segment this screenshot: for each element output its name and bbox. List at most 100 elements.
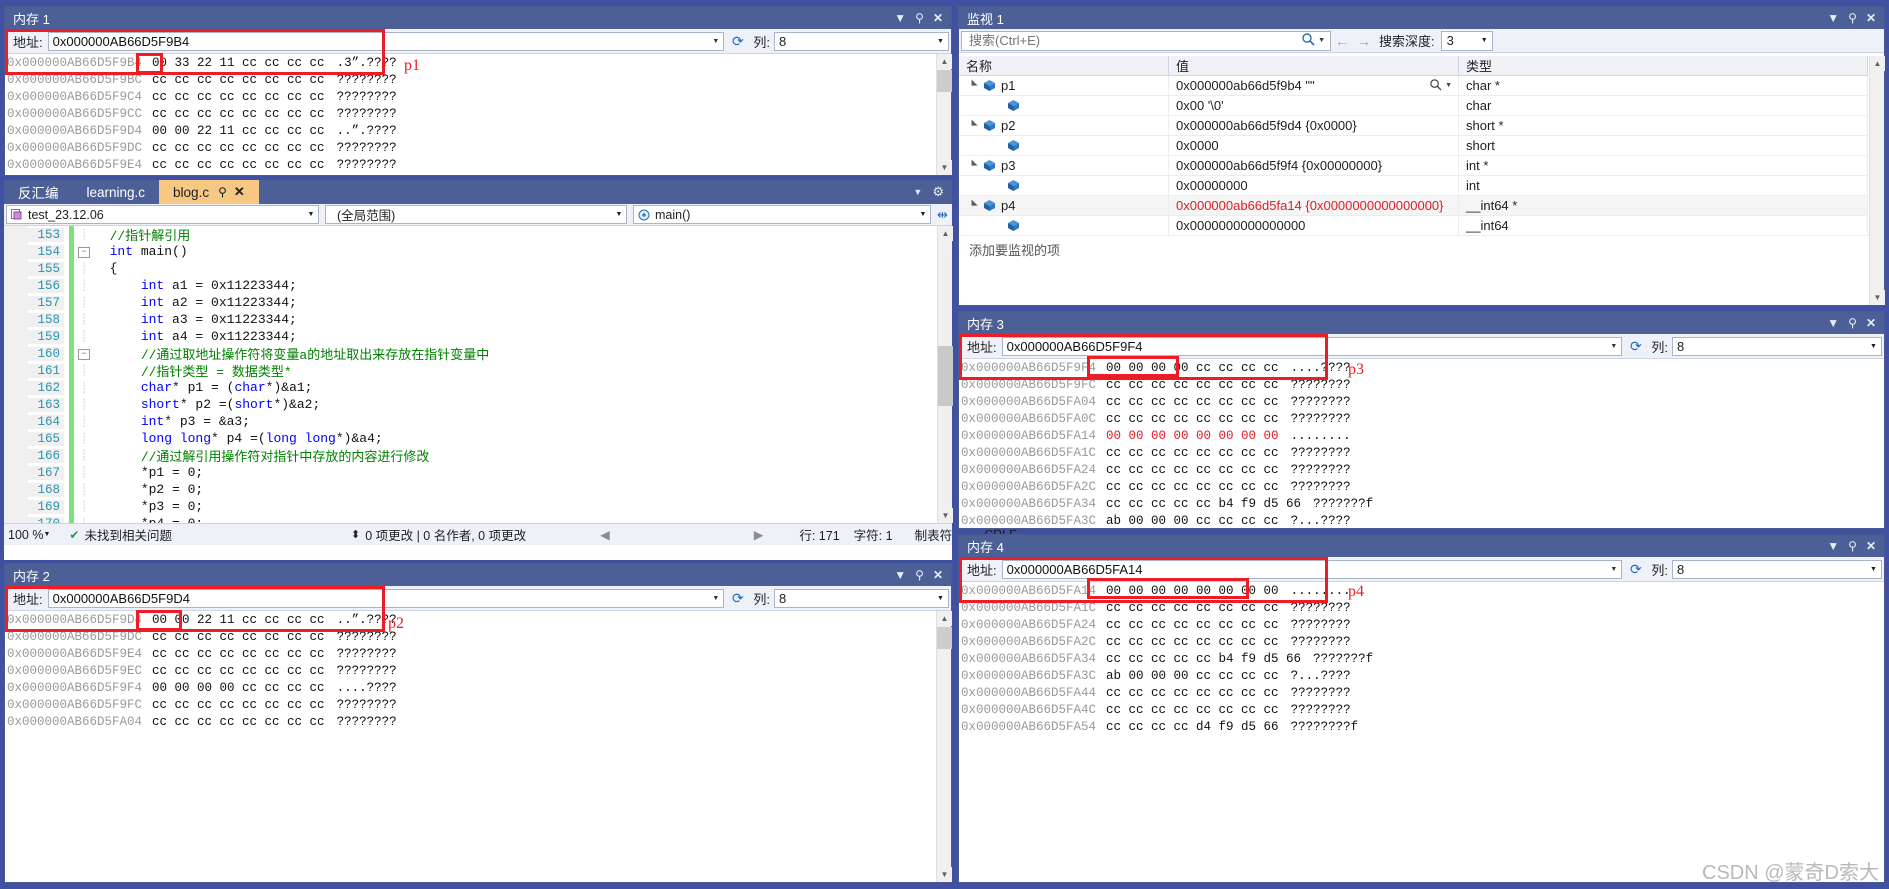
source-control-status[interactable]: ⬍ 0 项更改 | 0 名作者, 0 项更改 <box>344 525 533 544</box>
memory-row-bytes[interactable]: 00 00 00 00 cc cc cc cc <box>1096 361 1279 375</box>
watch-row-value-cell[interactable]: 0x00000000 <box>1169 175 1459 196</box>
fold-toggle[interactable]: ┊ <box>74 449 94 463</box>
search-options-chevron-down-icon[interactable]: ▼ <box>1317 37 1330 44</box>
memory-row[interactable]: 0x000000AB66D5F9DC cc cc cc cc cc cc cc c… <box>5 628 935 645</box>
memory-row[interactable]: 0x000000AB66D5FA04 cc cc cc cc cc cc cc c… <box>959 393 1884 410</box>
watch-col-type-header[interactable]: 类型 <box>1459 56 1868 75</box>
memory-row-bytes[interactable]: cc cc cc cc cc cc cc cc <box>1096 480 1279 494</box>
memory-3-pin-icon[interactable]: ⚲ <box>1848 317 1857 329</box>
memory-row-bytes[interactable]: cc cc cc cc cc cc cc cc <box>142 698 325 712</box>
scope-selector-chevron-down-icon[interactable]: ▼ <box>612 211 626 218</box>
memory-row-bytes[interactable]: 00 00 00 00 00 00 00 00 <box>1096 429 1279 443</box>
watch-row[interactable]: 0x0000000000000000 __int64 <box>959 215 1868 236</box>
memory-row-bytes[interactable]: cc cc cc cc cc cc cc cc <box>142 107 325 121</box>
memory-4-hexdump[interactable]: 0x000000AB66D5FA14 00 00 00 00 00 00 00 0… <box>959 582 1884 882</box>
memory-4-columns-field[interactable]: 8 ▼ <box>1672 559 1882 579</box>
memory-row-bytes[interactable]: cc cc cc cc cc cc cc cc <box>1096 446 1279 460</box>
memory-row[interactable]: 0x000000AB66D5F9DC cc cc cc cc cc cc cc c… <box>5 139 935 156</box>
watch-row[interactable]: 0x0000 short <box>959 135 1868 156</box>
magnifier-icon[interactable] <box>1429 78 1442 94</box>
memory-row[interactable]: 0x000000AB66D5F9B4 00 33 22 11 cc cc cc c… <box>5 54 935 71</box>
memory-row-bytes[interactable]: cc cc cc cc cc cc cc cc <box>1096 703 1279 717</box>
watch-row-value-cell[interactable]: 0x0000000000000000 <box>1169 215 1459 236</box>
memory-row[interactable]: 0x000000AB66D5F9F4 00 00 00 00 cc cc cc c… <box>5 679 935 696</box>
memory-2-refresh-icon[interactable]: ⟳ <box>727 588 748 609</box>
code-line[interactable]: 163 ┊ short* p2 =(short*)&a2; <box>4 396 936 413</box>
breakpoint-gutter[interactable] <box>4 277 28 294</box>
memory-3-address-input[interactable] <box>1002 337 1607 355</box>
watch-row-name-cell[interactable] <box>959 215 1169 236</box>
memory-row-bytes[interactable]: cc cc cc cc cc cc cc cc <box>142 73 325 87</box>
memory-row[interactable]: 0x000000AB66D5FA0C cc cc cc cc cc cc cc c… <box>959 410 1884 427</box>
breakpoint-gutter[interactable] <box>4 243 28 260</box>
memory-3-close-icon[interactable]: ✕ <box>1866 317 1876 329</box>
memory-row[interactable]: 0x000000AB66D5F9E4 cc cc cc cc cc cc cc c… <box>5 645 935 662</box>
scope-selector[interactable]: (全局范围) ▼ <box>325 205 627 224</box>
watch-grid-body[interactable]: ◢ p1 0x000000ab66d5f9b4 "" ▼ char * 0x00 '\0'… <box>959 76 1868 305</box>
memory-3-dropdown-icon[interactable]: ▼ <box>1827 317 1839 329</box>
memory-1-scroll-thumb[interactable] <box>937 70 952 92</box>
fold-toggle[interactable]: ┊ <box>74 228 94 242</box>
memory-row-bytes[interactable]: cc cc cc cc cc cc cc cc <box>142 647 325 661</box>
watch-row-name-cell[interactable] <box>959 175 1169 196</box>
memory-2-scroll-up-icon[interactable]: ▲ <box>937 611 952 626</box>
memory-row[interactable]: 0x000000AB66D5FA34 cc cc cc cc cc b4 f9 d… <box>959 495 1884 512</box>
fold-toggle[interactable]: − <box>74 348 94 360</box>
issues-status[interactable]: ✔ 未找到相关问题 <box>62 525 179 544</box>
fold-toggle[interactable]: ┊ <box>74 500 94 514</box>
memory-2-hexdump[interactable]: 0x000000AB66D5F9D4 00 00 22 11 cc cc cc c… <box>5 611 935 882</box>
fold-toggle[interactable]: ┊ <box>74 330 94 344</box>
watch-1-dropdown-icon[interactable]: ▼ <box>1827 12 1839 24</box>
watch-row-name-cell[interactable]: ◢ p1 <box>959 76 1169 96</box>
fold-toggle[interactable]: ┊ <box>74 296 94 310</box>
breakpoint-gutter[interactable] <box>4 481 28 498</box>
split-editor-icon[interactable]: ⇹ <box>937 207 948 223</box>
breakpoint-gutter[interactable] <box>4 515 28 523</box>
memory-row-bytes[interactable]: cc cc cc cc cc cc cc cc <box>1096 395 1279 409</box>
memory-4-refresh-icon[interactable]: ⟳ <box>1625 559 1646 580</box>
memory-row-bytes[interactable]: cc cc cc cc cc cc cc cc <box>1096 618 1279 632</box>
memory-row[interactable]: 0x000000AB66D5F9D4 00 00 22 11 cc cc cc c… <box>5 611 935 628</box>
watch-scroll-down-icon[interactable]: ▼ <box>1870 290 1885 305</box>
breakpoint-gutter[interactable] <box>4 396 28 413</box>
memory-row-bytes[interactable]: cc cc cc cc cc cc cc cc <box>1096 378 1279 392</box>
memory-row[interactable]: 0x000000AB66D5F9FC cc cc cc cc cc cc cc c… <box>5 696 935 713</box>
memory-row[interactable]: 0x000000AB66D5F9E4 cc cc cc cc cc cc cc c… <box>5 156 935 173</box>
watch-scrollbar[interactable]: ▲ ▼ <box>1869 56 1885 305</box>
code-line[interactable]: 155 ┊ { <box>4 260 936 277</box>
memory-row-bytes[interactable]: cc cc cc cc cc cc cc cc <box>142 664 325 678</box>
code-line[interactable]: 154− int main() <box>4 243 936 260</box>
fold-toggle[interactable]: ┊ <box>74 432 94 446</box>
memory-3-refresh-icon[interactable]: ⟳ <box>1625 336 1646 357</box>
horizontal-scroll-left-icon[interactable]: ◀ <box>593 527 617 542</box>
code-line[interactable]: 157 ┊ int a2 = 0x11223344; <box>4 294 936 311</box>
memory-row[interactable]: 0x000000AB66D5FA3C ab 00 00 00 cc cc cc c… <box>959 667 1884 684</box>
code-line[interactable]: 168 ┊ *p2 = 0; <box>4 481 936 498</box>
code-line[interactable]: 167 ┊ *p1 = 0; <box>4 464 936 481</box>
memory-4-address-input[interactable] <box>1002 560 1607 578</box>
watch-row-value-cell[interactable]: 0x000000ab66d5f9b4 "" ▼ <box>1169 76 1459 96</box>
tab-blog-c-close-icon[interactable]: ✕ <box>234 184 245 200</box>
watch-search-field[interactable]: ▼ <box>961 30 1331 51</box>
memory-row-bytes[interactable]: cc cc cc cc cc cc cc cc <box>142 141 325 155</box>
memory-row-bytes[interactable]: cc cc cc cc cc b4 f9 d5 66 <box>1096 497 1301 511</box>
memory-row[interactable]: 0x000000AB66D5F9D4 00 00 22 11 cc cc cc c… <box>5 122 935 139</box>
tab-learning-c[interactable]: learning.c <box>72 180 160 204</box>
fold-toggle[interactable]: ┊ <box>74 398 94 412</box>
fold-toggle[interactable]: ┊ <box>74 364 94 378</box>
watch-scroll-up-icon[interactable]: ▲ <box>1870 56 1885 71</box>
memory-row-bytes[interactable]: cc cc cc cc cc b4 f9 d5 66 <box>1096 652 1301 666</box>
code-text-area[interactable]: 153 ┊ //指针解引用 154− int main() 155 ┊ {156 ┊ in… <box>4 226 936 523</box>
memory-1-hexdump[interactable]: 0x000000AB66D5F9B4 00 33 22 11 cc cc cc c… <box>5 54 935 175</box>
code-line[interactable]: 169 ┊ *p3 = 0; <box>4 498 936 515</box>
watch-row-name-cell[interactable] <box>959 95 1169 116</box>
editor-scroll-down-icon[interactable]: ▼ <box>938 508 953 523</box>
code-line[interactable]: 165 ┊ long long* p4 =(long long*)&a4; <box>4 430 936 447</box>
search-depth-field[interactable]: 3 ▼ <box>1440 30 1493 51</box>
memory-1-scroll-up-icon[interactable]: ▲ <box>937 54 952 69</box>
fold-toggle[interactable]: ┊ <box>74 415 94 429</box>
breakpoint-gutter[interactable] <box>4 362 28 379</box>
memory-2-address-chevron-down-icon[interactable]: ▼ <box>708 590 723 607</box>
breakpoint-gutter[interactable] <box>4 311 28 328</box>
watch-row-value-cell[interactable]: 0x000000ab66d5f9f4 {0x00000000} <box>1169 155 1459 176</box>
